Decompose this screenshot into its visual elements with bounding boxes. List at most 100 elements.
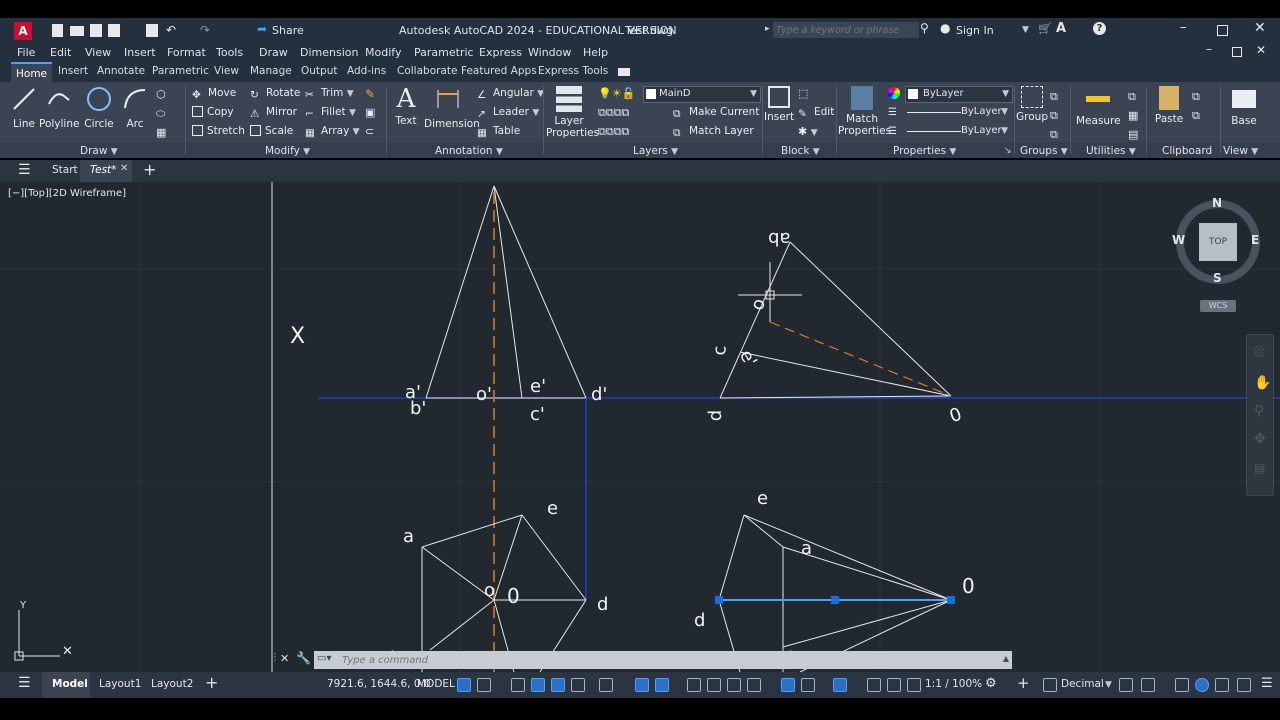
tab-collaborate[interactable]: Collaborate: [397, 65, 457, 77]
app-logo[interactable]: A: [14, 22, 32, 40]
circle-button[interactable]: Circle: [84, 86, 114, 130]
stretch-button[interactable]: Stretch: [192, 125, 245, 137]
units-dropdown-icon[interactable]: ▼: [1105, 680, 1112, 690]
menu-format[interactable]: Format: [167, 46, 206, 59]
compass-north[interactable]: N: [1212, 196, 1222, 210]
customize-statusbar-icon[interactable]: ☰: [1261, 676, 1273, 691]
layout-menu-icon[interactable]: ☰: [18, 675, 31, 691]
polyline-button[interactable]: Polyline: [39, 86, 79, 130]
undo-icon[interactable]: ↶: [166, 23, 176, 37]
group-tools-icons[interactable]: ⧉ ⧉ ⧉: [1050, 87, 1064, 144]
gizmo-icon[interactable]: [833, 678, 847, 692]
menu-tools[interactable]: Tools: [216, 46, 243, 59]
properties-panel-footer[interactable]: Properties ▼: [893, 145, 956, 157]
array-button[interactable]: ▦ Array ▼: [305, 125, 360, 139]
lock-ui-icon[interactable]: [1141, 678, 1155, 692]
isodraft-icon[interactable]: [599, 678, 613, 692]
add-layout-icon[interactable]: +: [205, 673, 218, 692]
selection-cycling-icon[interactable]: [727, 678, 741, 692]
graphics-performance-icon[interactable]: [1195, 678, 1209, 692]
tab-featured-apps[interactable]: Featured Apps: [461, 65, 537, 77]
groups-panel-footer[interactable]: Groups ▼: [1020, 145, 1068, 157]
open-icon[interactable]: [70, 26, 84, 36]
zoom-icon[interactable]: ⚲: [1254, 403, 1264, 419]
orbit-icon[interactable]: ✥: [1254, 431, 1266, 447]
match-properties-button[interactable]: Match Properties: [838, 86, 891, 137]
units-dropdown[interactable]: Decimal: [1061, 678, 1104, 690]
layer-tools-icons-2[interactable]: ⧉⧉⧉⧉: [598, 125, 629, 139]
menu-parametric[interactable]: Parametric: [414, 46, 474, 59]
tab-layout2[interactable]: Layout2: [151, 678, 193, 690]
tab-start[interactable]: Start: [52, 164, 78, 176]
tab-home[interactable]: Home: [11, 62, 53, 82]
angular-button[interactable]: ∠ Angular ▼: [477, 87, 544, 101]
wcs-button[interactable]: WCS: [1200, 300, 1236, 312]
clean-screen-icon[interactable]: [1215, 678, 1229, 692]
copy-button[interactable]: Copy: [192, 106, 234, 118]
search-icon[interactable]: ⚲: [920, 21, 929, 35]
steering-wheel-icon[interactable]: ◎: [1253, 343, 1265, 359]
clipboard-tools-icons[interactable]: ⧉ ⧉: [1192, 87, 1212, 125]
tab-express-tools[interactable]: Express Tools: [538, 65, 608, 77]
draw-panel-footer[interactable]: Draw ▼: [80, 145, 118, 157]
menu-insert[interactable]: Insert: [124, 46, 156, 59]
maximize-icon[interactable]: [1217, 25, 1228, 36]
tab-output[interactable]: Output: [301, 65, 337, 77]
tilted-axis-line[interactable]: [769, 321, 952, 397]
make-current-button[interactable]: ⧉ Make Current: [673, 106, 759, 120]
menu-hamburger-icon[interactable]: ☰: [18, 162, 31, 178]
snap-mode-icon[interactable]: [477, 678, 491, 692]
command-customize-icon[interactable]: 🔧: [296, 651, 311, 665]
rectangle-icon[interactable]: ⬡: [156, 88, 166, 101]
layer-tools-icons[interactable]: ⧉⧉⧉⧉: [598, 106, 629, 120]
tilted-view-pyramid[interactable]: [719, 241, 952, 399]
grid-toggle-icon[interactable]: [457, 678, 471, 692]
linetype-dropdown[interactable]: ByLayer ▼: [905, 105, 1011, 120]
layers-panel-footer[interactable]: Layers ▼: [633, 145, 678, 157]
properties-launcher-icon[interactable]: ↘: [1004, 146, 1012, 156]
tab-layout1[interactable]: Layout1: [99, 678, 141, 690]
tab-model[interactable]: Model: [42, 672, 90, 698]
3d-osnap-icon[interactable]: [747, 678, 761, 692]
navigation-bar[interactable]: ◎ ✋ ⚲ ✥ ▤: [1246, 334, 1274, 496]
fullscreen-icon[interactable]: [1237, 678, 1251, 692]
isolate-objects-icon[interactable]: [1175, 678, 1189, 692]
annotation-visibility-icon[interactable]: [867, 678, 881, 692]
color-dropdown[interactable]: ByLayer ▼: [905, 86, 1013, 103]
paste-button[interactable]: Paste: [1152, 86, 1186, 125]
menu-express[interactable]: Express: [479, 46, 522, 59]
menu-draw[interactable]: Draw: [259, 46, 288, 59]
units-icon[interactable]: [1043, 678, 1057, 692]
rotate-button[interactable]: ↻ Rotate: [250, 87, 300, 101]
search-expand-icon[interactable]: ▸: [765, 24, 770, 34]
infer-constraints-icon[interactable]: [511, 678, 525, 692]
command-close-icon[interactable]: ✕: [280, 652, 289, 665]
ribbon-toggle-icon[interactable]: [618, 68, 630, 76]
command-input[interactable]: [340, 652, 984, 668]
share-button[interactable]: Share: [272, 24, 304, 37]
annotation-scale-icon[interactable]: [907, 678, 921, 692]
selection-filter-icon[interactable]: [801, 678, 815, 692]
object-snap-icon[interactable]: [655, 678, 669, 692]
model-space-toggle[interactable]: MODEL: [417, 678, 455, 690]
lineweight-dropdown[interactable]: ByLayer ▼: [905, 124, 1011, 139]
compass-west[interactable]: W: [1172, 233, 1185, 247]
ortho-mode-icon[interactable]: [551, 678, 565, 692]
quick-properties-icon[interactable]: [1119, 678, 1133, 692]
utilities-tools-icons[interactable]: ⧉ ▦ ▤: [1128, 87, 1142, 144]
front-view-pyramid[interactable]: [425, 185, 587, 399]
settings-gear-icon[interactable]: ⚙: [985, 676, 997, 691]
plus-icon[interactable]: +: [1017, 674, 1030, 692]
doc-close-icon[interactable]: ✕: [1256, 43, 1266, 57]
command-history-icon[interactable]: ▲: [1003, 654, 1009, 663]
menu-edit[interactable]: Edit: [50, 46, 71, 59]
auto-scale-icon[interactable]: [887, 678, 901, 692]
showmotion-icon[interactable]: ▤: [1254, 461, 1265, 475]
leader-button[interactable]: ↗ Leader ▼: [477, 106, 539, 120]
sign-in-button[interactable]: Sign In: [956, 24, 994, 37]
tab-manage[interactable]: Manage: [250, 65, 292, 77]
tab-add-ins[interactable]: Add-ins: [347, 65, 386, 77]
line-button[interactable]: Line: [10, 86, 38, 130]
lineweight-toggle-icon[interactable]: [687, 678, 701, 692]
drawing-canvas[interactable]: [−][Top][2D Wireframe] Y ✕ TOP N S W E W…: [0, 182, 1280, 672]
